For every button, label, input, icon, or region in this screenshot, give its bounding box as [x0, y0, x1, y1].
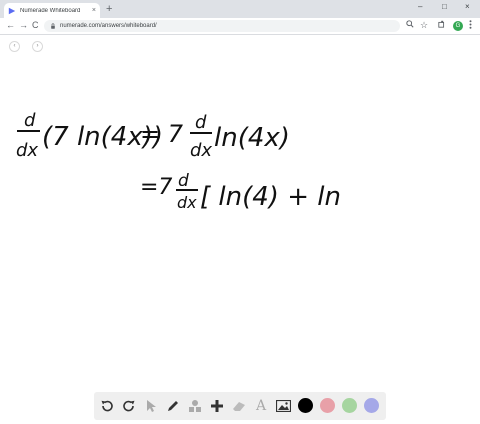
- address-bar[interactable]: numerade.com/answers/whiteboard/: [44, 20, 400, 32]
- eraser-icon[interactable]: [230, 397, 248, 415]
- shapes-icon[interactable]: [186, 397, 204, 415]
- whiteboard-canvas[interactable]: d dx (7 ln(4x)) = 7 d dx ln(4x) =7 d dx …: [0, 35, 480, 424]
- color-swatch-pink[interactable]: [320, 398, 335, 413]
- bookmark-star-icon[interactable]: ☆: [420, 20, 428, 31]
- forward-button[interactable]: →: [19, 20, 28, 31]
- numerade-logo-icon: [8, 7, 16, 14]
- hw-line2-num: d: [178, 171, 189, 191]
- reload-button[interactable]: C: [32, 20, 39, 31]
- extensions-icon[interactable]: [438, 20, 446, 31]
- tool-palette: A: [94, 392, 386, 420]
- hw-line1-lhs-num: d: [24, 110, 36, 131]
- tab-close-icon[interactable]: ×: [92, 7, 96, 14]
- zoom-icon[interactable]: [406, 20, 414, 31]
- tab-title: Numerade Whiteboard: [20, 7, 81, 14]
- pointer-icon[interactable]: [142, 397, 160, 415]
- minimize-button[interactable]: –: [418, 2, 422, 12]
- browser-toolbar: ← → C numerade.com/answers/whiteboard/ ☆…: [0, 18, 480, 35]
- profile-avatar[interactable]: G: [453, 21, 463, 31]
- hw-line1-lhs-den: dx: [16, 140, 38, 161]
- image-icon[interactable]: [274, 397, 292, 415]
- handwriting-layer: d dx (7 ln(4x)) = 7 d dx ln(4x) =7 d dx …: [16, 110, 341, 212]
- hw-line1-rhs-den: dx: [190, 140, 212, 161]
- color-swatch-black[interactable]: [298, 398, 313, 413]
- hw-line2-body: [ ln(4) + ln: [200, 182, 341, 212]
- maximize-button[interactable]: □: [442, 2, 447, 12]
- browser-tab[interactable]: Numerade Whiteboard ×: [4, 3, 100, 18]
- redo-icon[interactable]: [120, 397, 138, 415]
- undo-icon[interactable]: [98, 397, 116, 415]
- hw-line2-den: dx: [177, 193, 197, 212]
- color-swatch-purple[interactable]: [364, 398, 379, 413]
- hw-line1-eq: = 7: [140, 120, 184, 148]
- new-tab-button[interactable]: +: [106, 3, 112, 15]
- tab-strip: Numerade Whiteboard × + – □ ×: [0, 0, 480, 18]
- next-page-button[interactable]: ›: [32, 41, 43, 52]
- close-window-button[interactable]: ×: [465, 2, 470, 12]
- menu-icon[interactable]: [469, 20, 472, 32]
- hw-line1-rhs-num: d: [195, 112, 207, 133]
- hw-line2-eq: =7: [140, 175, 172, 200]
- add-icon[interactable]: [208, 397, 226, 415]
- prev-page-button[interactable]: ‹: [9, 41, 20, 52]
- back-button[interactable]: ←: [6, 20, 15, 31]
- text-icon[interactable]: A: [252, 397, 270, 415]
- hw-line1-rhs-body: ln(4x): [214, 123, 290, 153]
- color-swatch-green[interactable]: [342, 398, 357, 413]
- pen-icon[interactable]: [164, 397, 182, 415]
- lock-icon: [51, 23, 55, 29]
- url-text: numerade.com/answers/whiteboard/: [60, 23, 157, 29]
